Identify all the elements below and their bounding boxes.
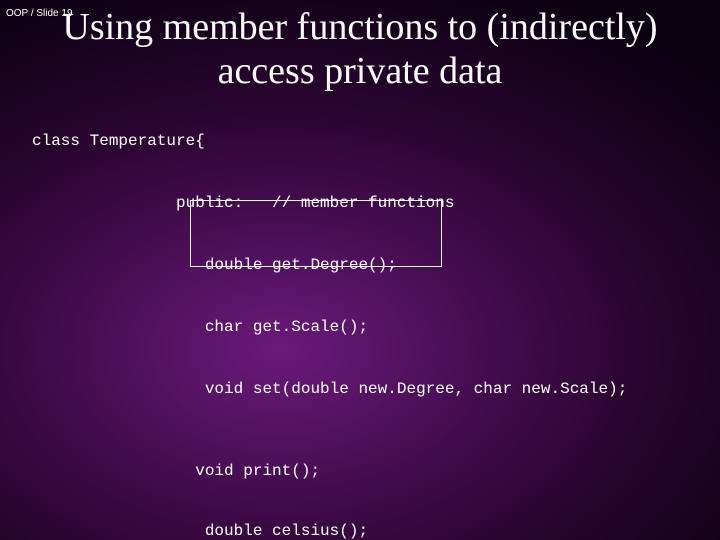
code-line: char get.Scale(); — [32, 319, 720, 335]
slide-title: Using member functions to (indirectly) a… — [0, 0, 720, 93]
highlight-box — [190, 200, 442, 267]
title-line-1: Using member functions to (indirectly) — [62, 6, 657, 48]
code-line: void set(double new.Degree, char new.Sca… — [32, 381, 720, 397]
slide-header: OOP / Slide 19 — [6, 8, 73, 19]
code-line: class Temperature{ — [32, 133, 720, 149]
code-line: double celsius(); — [32, 523, 720, 539]
title-line-2: access private data — [218, 50, 503, 92]
code-line: void print(); — [32, 463, 720, 479]
code-block: class Temperature{ public: // member fun… — [32, 117, 720, 540]
